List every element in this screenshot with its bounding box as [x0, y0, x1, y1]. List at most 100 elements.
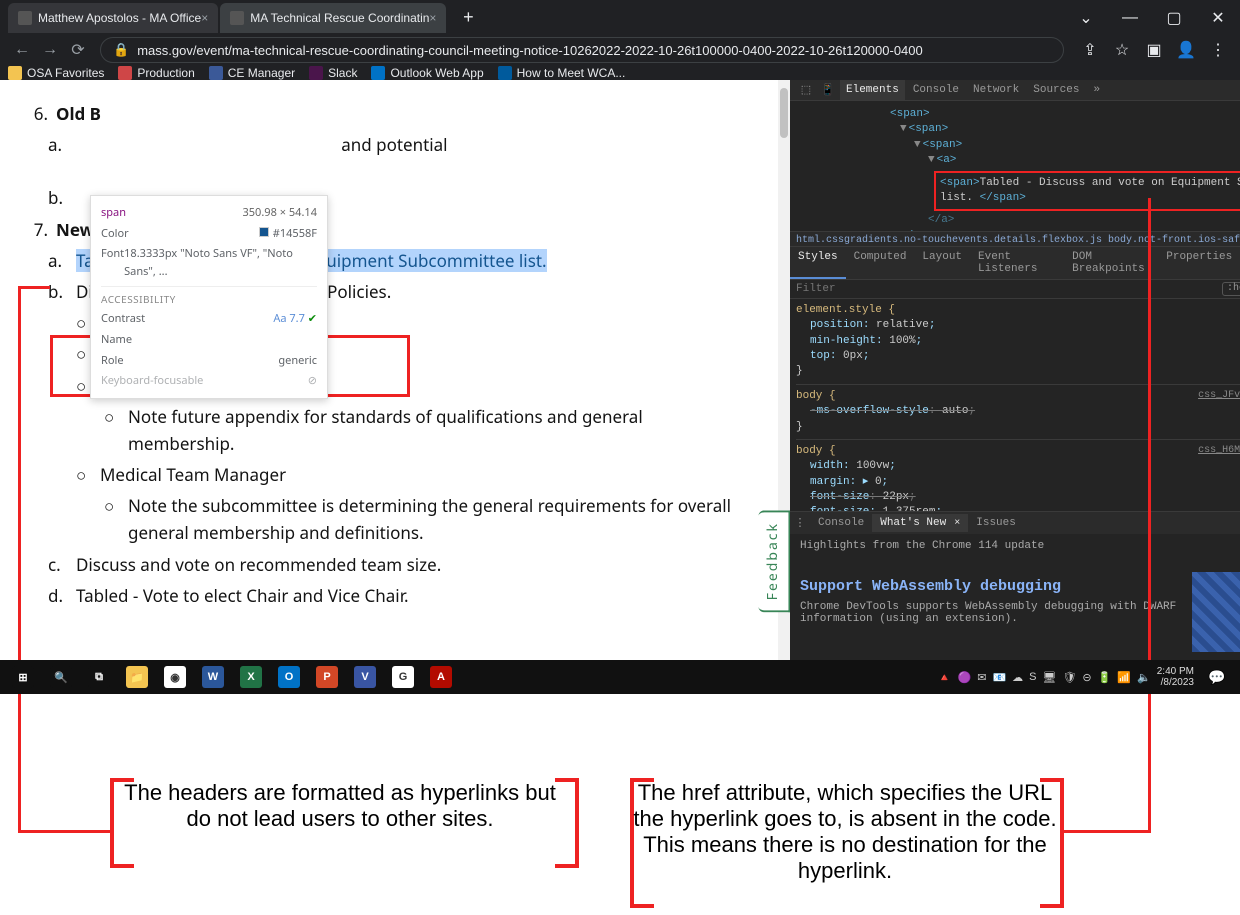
- annotation-text-right: The href attribute, which specifies the …: [630, 780, 1060, 884]
- whatsnew-title: Support WebAssembly debugging: [800, 578, 1182, 595]
- forward-button[interactable]: →: [36, 36, 64, 64]
- tab-elements[interactable]: Elements: [840, 80, 905, 100]
- tray-icon[interactable]: 📧: [992, 671, 1006, 684]
- notifications-icon[interactable]: 💬: [1200, 663, 1234, 691]
- taskbar-app-outlook[interactable]: O: [272, 663, 306, 691]
- drawer-tab-console[interactable]: Console: [810, 514, 872, 532]
- tab-layout[interactable]: Layout: [914, 247, 970, 279]
- tray-icon[interactable]: ✉: [977, 671, 986, 684]
- browser-tab-1[interactable]: MA Technical Rescue Coordinatin ×: [220, 3, 446, 33]
- tab-console[interactable]: Console: [907, 80, 965, 100]
- whatsnew-body: Chrome DevTools supports WebAssembly deb…: [800, 601, 1182, 625]
- scrollbar-thumb[interactable]: [780, 88, 788, 138]
- styles-tabs: Styles Computed Layout Event Listeners D…: [790, 247, 1240, 280]
- extensions-icon[interactable]: ▣: [1140, 40, 1168, 60]
- annotation-box-right: <span>Tabled - Discuss and vote on Equip…: [934, 171, 1240, 212]
- list-number: 7.: [20, 216, 48, 243]
- windows-taskbar: ⊞🔍⧉📁◉WXOPVGA 🔺 🟣 ✉ 📧 ☁ S 🖥 🛡 ⊝ 🔋 📶 🔈 2:40 PM /8/202…: [0, 660, 1240, 694]
- taskbar-app-powerpoint[interactable]: P: [310, 663, 344, 691]
- bookmark-item[interactable]: Slack: [309, 66, 357, 80]
- tray-icon[interactable]: 🔺: [938, 671, 952, 684]
- taskbar-clock[interactable]: 2:40 PM /8/2023: [1151, 666, 1200, 688]
- annotation-text-left: The headers are formatted as hyperlinks …: [110, 780, 570, 832]
- tray-icon[interactable]: 📶: [1117, 671, 1131, 684]
- back-button[interactable]: ←: [8, 36, 36, 64]
- drawer-menu-icon[interactable]: ⋮: [790, 516, 810, 530]
- minimize-button[interactable]: ⌄: [1064, 3, 1108, 33]
- reload-button[interactable]: ⟳: [64, 36, 92, 64]
- tab-strip: Matthew Apostolos - MA Office × MA Techn…: [0, 0, 1240, 35]
- taskbar-app-explorer[interactable]: 📁: [120, 663, 154, 691]
- taskbar-app-search[interactable]: 🔍: [44, 663, 78, 691]
- bookmark-item[interactable]: Production: [118, 66, 194, 80]
- address-bar: ← → ⟳ 🔒 mass.gov/event/ma-technical-resc…: [0, 35, 1240, 65]
- styles-filter-row: :hov .cls + ⋯: [790, 280, 1240, 299]
- bookmarks-bar: OSA Favorites Production CE Manager Slac…: [0, 65, 1240, 80]
- drawer-tab-issues[interactable]: Issues: [968, 514, 1024, 532]
- bookmark-item[interactable]: OSA Favorites: [8, 66, 104, 80]
- browser-chrome: Matthew Apostolos - MA Office × MA Techn…: [0, 0, 1240, 80]
- share-icon[interactable]: ⇪: [1076, 40, 1104, 60]
- profile-icon[interactable]: 👤: [1172, 40, 1200, 60]
- bookmark-item[interactable]: CE Manager: [209, 66, 295, 80]
- main-area: span350.98 × 54.14 Color#14558F Font18.3…: [0, 80, 1240, 660]
- taskbar-app-app-g[interactable]: G: [386, 663, 420, 691]
- tab-properties[interactable]: Properties: [1158, 247, 1240, 279]
- tooltip-tag: span: [101, 205, 126, 220]
- minimize-button[interactable]: —: [1108, 3, 1152, 33]
- tab-dom-breakpoints[interactable]: DOM Breakpoints: [1064, 247, 1158, 279]
- whatsnew-thumbnail[interactable]: ▶: [1192, 572, 1240, 652]
- bookmark-item[interactable]: Outlook Web App: [371, 66, 483, 80]
- tooltip-dims: 350.98 × 54.14: [242, 204, 317, 222]
- tray-icon[interactable]: 🟣: [958, 671, 972, 684]
- menu-icon[interactable]: ⋮: [1204, 40, 1232, 60]
- tab-network[interactable]: Network: [967, 80, 1025, 100]
- star-icon[interactable]: ☆: [1108, 40, 1136, 60]
- annotation-connector: [18, 286, 21, 832]
- feedback-button[interactable]: Feedback: [758, 510, 790, 612]
- url-text: mass.gov/event/ma-technical-rescue-coord…: [137, 43, 923, 58]
- close-icon[interactable]: ×: [429, 11, 436, 25]
- tab-styles[interactable]: Styles: [790, 247, 846, 279]
- device-icon[interactable]: 📱: [818, 83, 838, 97]
- annotation-connector: [18, 830, 110, 833]
- tray-icon[interactable]: S: [1029, 671, 1036, 683]
- browser-tab-0[interactable]: Matthew Apostolos - MA Office ×: [8, 3, 218, 33]
- drawer-tab-whatsnew[interactable]: What's New ×: [872, 514, 968, 532]
- console-drawer: ⋮ Console What's New × Issues ✕ Highligh…: [790, 511, 1240, 660]
- new-tab-button[interactable]: +: [456, 6, 480, 30]
- tray-icon[interactable]: 🔈: [1137, 671, 1151, 684]
- taskbar-app-chrome[interactable]: ◉: [158, 663, 192, 691]
- tab-overflow[interactable]: »: [1087, 80, 1106, 100]
- url-field[interactable]: 🔒 mass.gov/event/ma-technical-rescue-coo…: [100, 37, 1064, 63]
- taskbar-app-task-view[interactable]: ⧉: [82, 663, 116, 691]
- maximize-button[interactable]: ▢: [1152, 3, 1196, 33]
- bookmark-item[interactable]: How to Meet WCA...: [498, 66, 626, 80]
- taskbar-app-adobe[interactable]: A: [424, 663, 458, 691]
- lock-icon: 🔒: [113, 42, 129, 58]
- dom-tree[interactable]: <span> ▼<span> ▼<span> ▼<a> <span>Tabled…: [790, 101, 1240, 231]
- breadcrumb[interactable]: html.cssgradients.no-touchevents.details…: [790, 231, 1240, 247]
- list-number: 6.: [20, 100, 48, 127]
- tray-icon[interactable]: ⊝: [1082, 671, 1091, 684]
- tab-computed[interactable]: Computed: [846, 247, 915, 279]
- tray-icon[interactable]: ☁: [1012, 671, 1023, 684]
- tab-event-listeners[interactable]: Event Listeners: [970, 247, 1064, 279]
- inspect-icon[interactable]: ⬚: [796, 83, 816, 97]
- css-rules[interactable]: element.style { position: relative; min-…: [790, 299, 1240, 511]
- devtools-toolbar: ⬚ 📱 Elements Console Network Sources » ⚑…: [790, 80, 1240, 101]
- hov-toggle[interactable]: :hov: [1222, 282, 1240, 296]
- taskbar-app-start[interactable]: ⊞: [6, 663, 40, 691]
- tray-icon[interactable]: 🖥: [1042, 671, 1056, 684]
- taskbar-app-visio[interactable]: V: [348, 663, 382, 691]
- filter-input[interactable]: [790, 280, 1222, 298]
- close-button[interactable]: ✕: [1196, 3, 1240, 33]
- taskbar-app-excel[interactable]: X: [234, 663, 268, 691]
- taskbar-app-word[interactable]: W: [196, 663, 230, 691]
- tab-title: MA Technical Rescue Coordinatin: [250, 11, 429, 25]
- close-icon[interactable]: ×: [201, 11, 208, 25]
- tray-icon[interactable]: 🛡: [1062, 671, 1076, 684]
- tray-icon[interactable]: 🔋: [1098, 671, 1112, 684]
- whatsnew-heading: Highlights from the Chrome 114 update: [790, 534, 1240, 558]
- tab-sources[interactable]: Sources: [1027, 80, 1085, 100]
